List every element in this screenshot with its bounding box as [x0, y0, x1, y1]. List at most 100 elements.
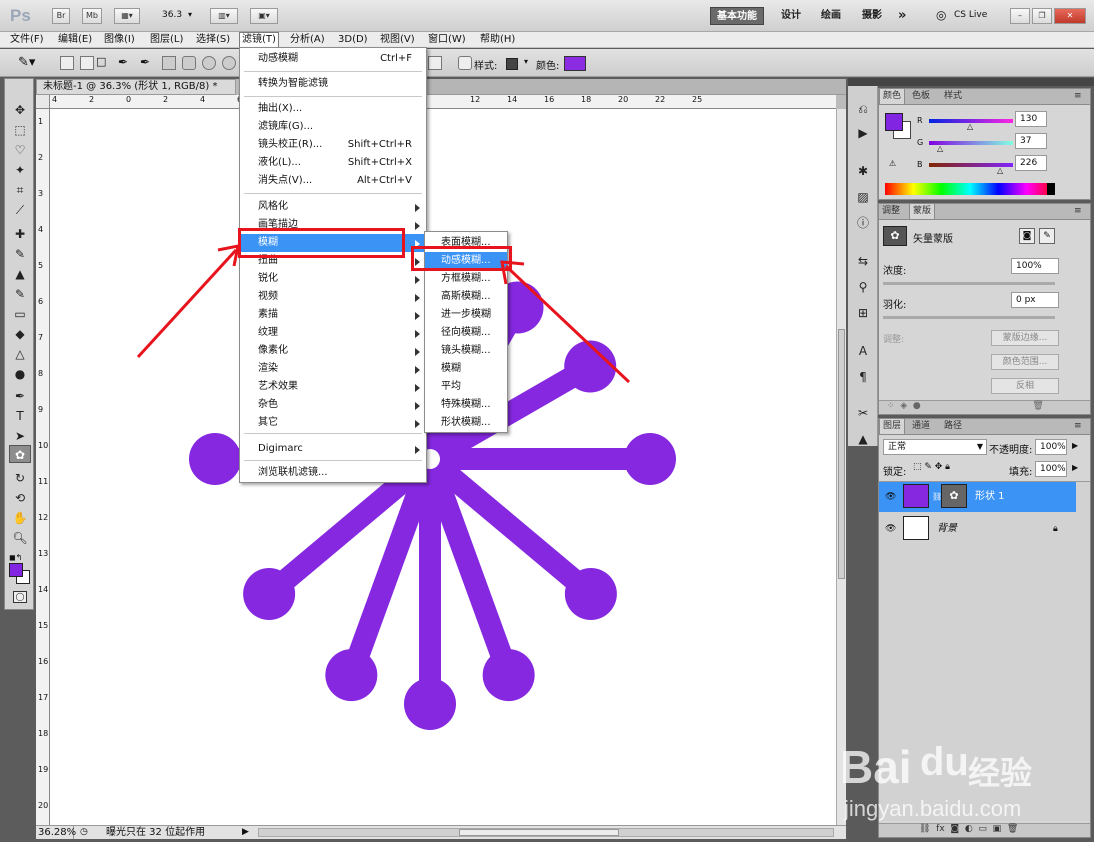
clone-source-icon[interactable]: ⚲: [852, 278, 874, 296]
blend-mode-select[interactable]: 正常 ▼: [883, 439, 987, 455]
g-input[interactable]: 37: [1015, 133, 1047, 149]
path-select-icon[interactable]: ➤: [9, 427, 31, 445]
pixel-mask-button[interactable]: ◙: [1019, 228, 1035, 244]
mask-edge-button[interactable]: 蒙版边缘...: [991, 330, 1059, 346]
info-panel-icon[interactable]: ⓘ: [852, 214, 874, 232]
tab-color[interactable]: 颜色: [879, 89, 906, 104]
link-style-icon[interactable]: [458, 56, 472, 70]
eraser-icon[interactable]: ▭: [9, 305, 31, 323]
menu-item-3[interactable]: 液化(L)... Shift+Ctrl+X: [240, 154, 426, 172]
navigator-panel-icon[interactable]: ▨: [852, 188, 874, 206]
custom-shape-tool-icon[interactable]: ✿: [9, 445, 31, 463]
menu-select[interactable]: 选择(S): [196, 33, 230, 47]
zoom-tool-icon[interactable]: 🔍︎: [9, 529, 31, 547]
fill-input[interactable]: 100%: [1035, 461, 1067, 477]
invert-button[interactable]: 反相: [991, 378, 1059, 394]
menu-image[interactable]: 图像(I): [104, 33, 135, 47]
3d-panel-icon[interactable]: ✂: [852, 404, 874, 422]
b-slider-handle-icon[interactable]: △: [997, 166, 1003, 175]
hand-tool-icon[interactable]: ✋: [9, 509, 31, 527]
paths-icon[interactable]: [80, 56, 94, 70]
pen-tool-icon[interactable]: ✒: [9, 387, 31, 405]
lasso-tool-icon[interactable]: ♡: [9, 141, 31, 159]
tab-adjustments[interactable]: 调整: [879, 204, 903, 219]
color-swatch[interactable]: [564, 56, 586, 71]
brush-tool-icon[interactable]: ✎: [9, 245, 31, 263]
menu-convert-smart[interactable]: 转换为智能滤镜: [240, 75, 426, 93]
stamp-tool-icon[interactable]: ▲: [9, 265, 31, 283]
lock-icons[interactable]: ⬚ ✎ ✥ 🔒︎: [913, 462, 950, 472]
fill-pixels-icon[interactable]: □: [96, 55, 110, 69]
cslive-button[interactable]: CS Live: [954, 10, 987, 20]
foreground-color[interactable]: [9, 563, 23, 577]
submenu-item-12[interactable]: 其它: [240, 414, 426, 432]
flower-shape[interactable]: [50, 109, 836, 825]
blur-item-6[interactable]: 镜头模糊...: [425, 342, 507, 360]
menu-help[interactable]: 帮助(H): [480, 33, 515, 47]
menu-3d[interactable]: 3D(D): [338, 33, 368, 47]
tool-presets-icon[interactable]: ⊞: [852, 304, 874, 322]
opacity-input[interactable]: 100%: [1035, 439, 1067, 455]
submenu-item-0[interactable]: 风格化: [240, 198, 426, 216]
panel-menu-icon[interactable]: ≡: [1071, 204, 1085, 219]
horizontal-scrollbar[interactable]: [258, 828, 834, 837]
fill-arrow-icon[interactable]: ▶: [1072, 463, 1078, 472]
density-input[interactable]: 100%: [1011, 258, 1059, 274]
paragraph-panel-icon[interactable]: ¶: [852, 368, 874, 386]
hscroll-thumb[interactable]: [459, 829, 619, 836]
adjust-panel-icon[interactable]: ⇆: [852, 252, 874, 270]
visibility-eye-icon[interactable]: 👁︎: [885, 514, 896, 544]
layer-row-shape[interactable]: 👁︎ ⛓ ✿ 形状 1: [879, 482, 1076, 512]
zoom-status[interactable]: 36.28%: [38, 826, 76, 839]
bridge-button[interactable]: Br: [52, 8, 70, 24]
rectangle-tool-icon[interactable]: [162, 56, 176, 70]
zoom-dropdown-icon[interactable]: ▾: [188, 10, 192, 19]
screen-mode-button[interactable]: ▣▾: [250, 8, 278, 24]
menu-digimarc[interactable]: Digimarc: [240, 440, 426, 458]
vscroll-thumb[interactable]: [838, 329, 845, 579]
menu-file[interactable]: 文件(F): [10, 33, 44, 47]
minimize-button[interactable]: –: [1010, 8, 1030, 24]
tab-masks[interactable]: 蒙版: [909, 204, 936, 219]
workspace-basic[interactable]: 基本功能: [710, 7, 764, 25]
status-info-icon[interactable]: ◷: [80, 826, 88, 839]
menu-edit[interactable]: 编辑(E): [58, 33, 92, 47]
menu-window[interactable]: 窗口(W): [428, 33, 466, 47]
menu-view[interactable]: 视图(V): [380, 33, 415, 47]
workspace-design[interactable]: 设计: [775, 7, 807, 25]
blur-item-3[interactable]: 高斯模糊...: [425, 288, 507, 306]
blur-item-10[interactable]: 形状模糊...: [425, 414, 507, 432]
blur-tool-icon[interactable]: △: [9, 345, 31, 363]
blur-item-7[interactable]: 模糊: [425, 360, 507, 378]
restore-button[interactable]: ❐: [1032, 8, 1052, 24]
workspace-paint[interactable]: 绘画: [815, 7, 847, 25]
shape-layers-icon[interactable]: [60, 56, 74, 70]
color-foreground-swatch[interactable]: [885, 113, 903, 131]
status-menu-arrow[interactable]: ▶: [242, 826, 249, 839]
submenu-item-11[interactable]: 杂色: [240, 396, 426, 414]
dodge-tool-icon[interactable]: ●: [9, 365, 31, 383]
menu-layer[interactable]: 图层(L): [150, 33, 183, 47]
panel-menu-icon[interactable]: ≡: [1071, 89, 1085, 104]
close-button[interactable]: ✕: [1054, 8, 1086, 24]
actions-panel-icon[interactable]: ▶: [852, 124, 874, 142]
quick-select-icon[interactable]: ✦: [9, 161, 31, 179]
b-input[interactable]: 226: [1015, 155, 1047, 171]
marquee-tool-icon[interactable]: ⬚: [9, 121, 31, 139]
menu-item-1[interactable]: 滤镜库(G)...: [240, 118, 426, 136]
document-tab[interactable]: 未标题-1 @ 36.3% (形状 1, RGB/8) *: [36, 79, 236, 95]
opacity-arrow-icon[interactable]: ▶: [1072, 441, 1078, 450]
measure-panel-icon[interactable]: ▲: [852, 430, 874, 448]
move-tool-icon[interactable]: ✥: [9, 101, 31, 119]
character-panel-icon[interactable]: A: [852, 342, 874, 360]
submenu-item-8[interactable]: 像素化: [240, 342, 426, 360]
default-colors-icon[interactable]: ◼↰: [9, 553, 22, 562]
workspace-more[interactable]: »: [892, 7, 912, 25]
blur-item-8[interactable]: 平均: [425, 378, 507, 396]
g-slider-handle-icon[interactable]: △: [937, 144, 943, 153]
submenu-item-4[interactable]: 锐化: [240, 270, 426, 288]
tab-swatches[interactable]: 色板: [909, 89, 933, 104]
layer-row-background[interactable]: 👁︎ 背景 🔒︎: [879, 514, 1076, 544]
vertical-scrollbar[interactable]: [836, 109, 846, 825]
healing-brush-icon[interactable]: ✚: [9, 225, 31, 243]
